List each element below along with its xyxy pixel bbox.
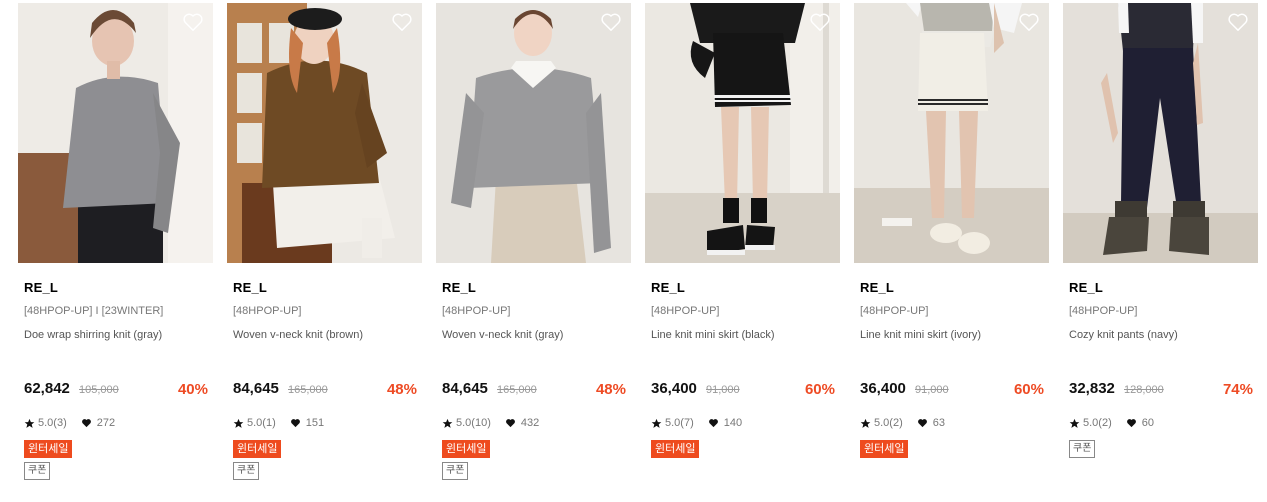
star-icon [442,418,453,428]
heart-icon [505,419,515,428]
product-card[interactable]: RE_L [48HPOP-UP] Line knit mini skirt (b… [645,3,840,458]
heart-icon [1126,419,1136,428]
brand-name[interactable]: RE_L [860,280,894,295]
sale-price: 84,645 [442,380,488,397]
product-card[interactable]: RE_L [48HPOP-UP] Line knit mini skirt (i… [854,3,1049,458]
rating-likes: 5.0(3) 272 [24,417,115,429]
product-name[interactable]: Woven v-neck knit (brown) [233,329,363,341]
brand-name[interactable]: RE_L [442,280,476,295]
original-price: 128,000 [1124,384,1164,396]
rating-likes: 5.0(10) 432 [442,417,539,429]
promo-tags: [48HPOP-UP] [1069,305,1138,317]
winter-sale-badge: 윈터세일 [442,440,491,458]
sale-price: 36,400 [651,380,697,397]
coupon-badge: 쿠폰 [442,462,469,480]
wishlist-heart-icon[interactable] [1227,12,1249,32]
promo-tags: [48HPOP-UP] [442,305,511,317]
rating: 5.0(7) [665,417,694,429]
original-price: 91,000 [706,384,740,396]
wishlist-heart-icon[interactable] [809,12,831,32]
brand-name[interactable]: RE_L [651,280,685,295]
star-icon [233,418,244,428]
coupon-badge: 쿠폰 [233,462,260,480]
promo-tags: [48HPOP-UP] [233,305,302,317]
likes-count: 60 [1141,417,1154,429]
product-card[interactable]: RE_L [48HPOP-UP] Woven v-neck knit (brow… [227,3,422,480]
winter-sale-badge: 윈터세일 [860,440,909,458]
sale-price: 84,645 [233,380,279,397]
heart-icon [708,419,718,428]
discount-rate: 48% [386,381,417,398]
product-image[interactable] [1063,3,1258,263]
discount-rate: 60% [1013,381,1044,398]
original-price: 105,000 [79,384,119,396]
product-card[interactable]: RE_L [48HPOP-UP] I [23WINTER] Doe wrap s… [18,3,213,480]
promo-tags: [48HPOP-UP] [651,305,720,317]
rating: 5.0(10) [456,417,491,429]
winter-sale-badge: 윈터세일 [651,440,700,458]
original-price: 165,000 [497,384,537,396]
discount-rate: 74% [1222,381,1253,398]
rating: 5.0(2) [874,417,903,429]
product-image[interactable] [645,3,840,263]
star-icon [860,418,871,428]
rating: 5.0(3) [38,417,67,429]
discount-rate: 60% [804,381,835,398]
product-name[interactable]: Cozy knit pants (navy) [1069,329,1178,341]
likes-count: 151 [305,417,325,429]
heart-icon [917,419,927,428]
product-image[interactable] [18,3,213,263]
wishlist-heart-icon[interactable] [182,12,204,32]
heart-icon [81,419,91,428]
heart-icon [290,419,300,428]
product-name[interactable]: Line knit mini skirt (ivory) [860,329,981,341]
sale-price: 62,842 [24,380,70,397]
brand-name[interactable]: RE_L [233,280,267,295]
rating-likes: 5.0(2) 63 [860,417,945,429]
product-image[interactable] [227,3,422,263]
wishlist-heart-icon[interactable] [391,12,413,32]
product-card[interactable]: RE_L [48HPOP-UP] Woven v-neck knit (gray… [436,3,631,480]
original-price: 165,000 [288,384,328,396]
sale-price: 32,832 [1069,380,1115,397]
promo-tags: [48HPOP-UP] [860,305,929,317]
product-image[interactable] [436,3,631,263]
rating: 5.0(1) [247,417,276,429]
discount-rate: 48% [595,381,626,398]
product-grid: RE_L [48HPOP-UP] I [23WINTER] Doe wrap s… [0,0,1267,502]
brand-name[interactable]: RE_L [1069,280,1103,295]
likes-count: 272 [96,417,116,429]
rating: 5.0(2) [1083,417,1112,429]
coupon-badge: 쿠폰 [24,462,51,480]
winter-sale-badge: 윈터세일 [24,440,73,458]
original-price: 91,000 [915,384,949,396]
winter-sale-badge: 윈터세일 [233,440,282,458]
product-card[interactable]: RE_L [48HPOP-UP] Cozy knit pants (navy) … [1063,3,1258,458]
likes-count: 140 [723,417,743,429]
coupon-badge: 쿠폰 [1069,440,1096,458]
wishlist-heart-icon[interactable] [1018,12,1040,32]
product-image[interactable] [854,3,1049,263]
sale-price: 36,400 [860,380,906,397]
discount-rate: 40% [177,381,208,398]
product-name[interactable]: Woven v-neck knit (gray) [442,329,563,341]
star-icon [24,418,35,428]
star-icon [1069,418,1080,428]
rating-likes: 5.0(1) 151 [233,417,324,429]
product-name[interactable]: Line knit mini skirt (black) [651,329,774,341]
product-name[interactable]: Doe wrap shirring knit (gray) [24,329,162,341]
promo-tags: [48HPOP-UP] I [23WINTER] [24,305,164,317]
likes-count: 63 [932,417,945,429]
rating-likes: 5.0(2) 60 [1069,417,1154,429]
wishlist-heart-icon[interactable] [600,12,622,32]
likes-count: 432 [520,417,540,429]
brand-name[interactable]: RE_L [24,280,58,295]
rating-likes: 5.0(7) 140 [651,417,742,429]
star-icon [651,418,662,428]
